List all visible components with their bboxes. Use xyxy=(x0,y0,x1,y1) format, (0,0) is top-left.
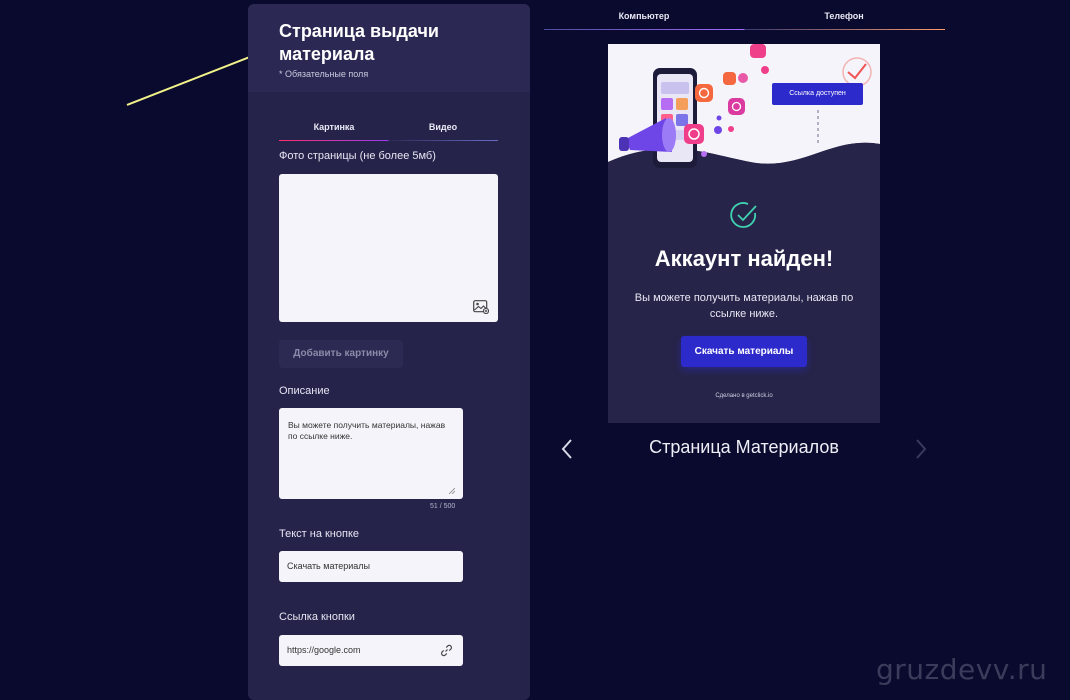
hero-illustration xyxy=(608,44,880,179)
page-title: Страница выдачи материала xyxy=(279,21,439,64)
editor-panel: Страница выдачи материала * Обязательные… xyxy=(248,4,530,700)
tab-desktop[interactable]: Компьютер xyxy=(544,11,744,21)
hero-link-button: Ссылка доступен xyxy=(772,83,863,105)
resize-handle-icon[interactable] xyxy=(449,488,455,494)
watermark: gruzdevv.ru xyxy=(876,653,1048,686)
device-tabs: Компьютер Телефон xyxy=(544,11,945,27)
tab-video[interactable]: Видео xyxy=(388,122,498,132)
panel-header: Страница выдачи материала * Обязательные… xyxy=(248,4,530,92)
chevron-left-icon[interactable] xyxy=(560,438,574,460)
button-link-input[interactable]: https://google.com xyxy=(279,635,463,666)
button-text-input[interactable]: Скачать материалы xyxy=(279,551,463,582)
description-counter: 51 / 500 xyxy=(430,503,456,510)
description-textarea[interactable]: Вы можете получить материалы, нажав по с… xyxy=(279,408,463,499)
preview-text: Вы можете получить материалы, нажав по с… xyxy=(634,292,854,320)
button-text-value: Скачать материалы xyxy=(287,561,371,571)
tab-image[interactable]: Картинка xyxy=(279,122,389,132)
required-fields-note: * Обязательные поля xyxy=(279,69,369,79)
description-label: Описание xyxy=(279,385,330,397)
tab-underline xyxy=(279,140,498,141)
preview-page-name: Страница Материалов xyxy=(649,437,839,457)
add-image-button[interactable]: Добавить картинку xyxy=(279,340,403,368)
download-materials-button[interactable]: Скачать материалы xyxy=(681,336,807,367)
preview-heading: Аккаунт найден! xyxy=(654,246,834,271)
preview-footer: Сделано в getclick.io xyxy=(715,393,773,399)
tab-phone[interactable]: Телефон xyxy=(744,11,944,21)
image-upload-icon[interactable] xyxy=(473,300,489,314)
page-preview: Ссылка доступен Аккаунт найден! Вы может… xyxy=(608,44,880,423)
photo-label: Фото страницы (не более 5мб) xyxy=(279,150,436,162)
description-value: Вы можете получить материалы, нажав по с… xyxy=(288,420,446,441)
success-check-icon xyxy=(730,202,757,228)
button-link-label: Ссылка кнопки xyxy=(279,611,355,623)
chevron-right-icon[interactable] xyxy=(914,438,928,460)
button-link-value: https://google.com xyxy=(287,645,361,655)
image-dropzone[interactable] xyxy=(279,174,498,322)
button-text-label: Текст на кнопке xyxy=(279,528,360,540)
media-tabs: Картинка Видео xyxy=(279,122,498,138)
device-tab-underline xyxy=(544,29,945,30)
link-icon xyxy=(441,644,452,657)
